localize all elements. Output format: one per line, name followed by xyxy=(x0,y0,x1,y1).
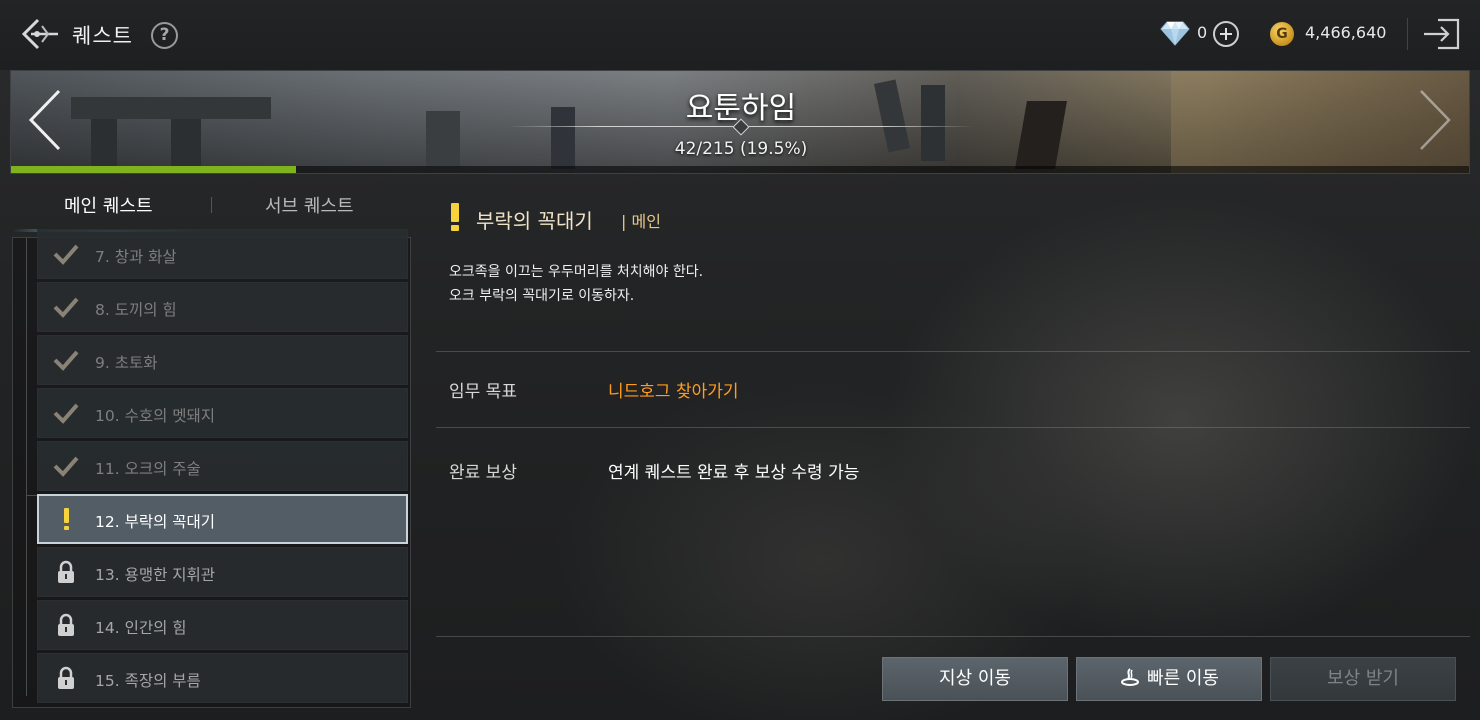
ground-move-button[interactable]: 지상 이동 xyxy=(882,657,1068,701)
quest-item-label: 15. 족장의 부름 xyxy=(95,672,201,690)
ground-move-label: 지상 이동 xyxy=(939,668,1011,689)
quest-item-label: 12. 부락의 꼭대기 xyxy=(95,513,216,531)
quest-item-label: 8. 도끼의 힘 xyxy=(95,301,177,319)
exit-icon[interactable] xyxy=(1420,14,1464,54)
quest-list-item[interactable]: 10. 수호의 멧돼지 xyxy=(37,388,408,438)
quest-item-label: 13. 용맹한 지휘관 xyxy=(95,566,216,584)
exclamation-icon xyxy=(451,203,459,231)
add-gem-button[interactable] xyxy=(1213,21,1239,47)
quest-item-label: 14. 인간의 힘 xyxy=(95,619,187,637)
diamond-icon xyxy=(1160,21,1190,46)
quest-item-label: 11. 오크의 주술 xyxy=(95,460,201,478)
section-divider xyxy=(436,636,1470,637)
claim-reward-label: 보상 받기 xyxy=(1327,668,1399,689)
quest-list-item[interactable]: 8. 도끼의 힘 xyxy=(37,282,408,332)
quest-list-item[interactable]: 9. 초토화 xyxy=(37,335,408,385)
objective-value: 니드호그 찾아가기 xyxy=(608,382,739,402)
fast-move-button[interactable]: 빠른 이동 xyxy=(1076,657,1262,701)
quest-list-item-active[interactable]: 12. 부락의 꼭대기 xyxy=(37,494,408,544)
header-divider xyxy=(1407,18,1408,50)
reward-value: 연계 퀘스트 완료 후 보상 수령 가능 xyxy=(608,463,860,483)
checkmark-icon xyxy=(53,350,79,371)
tab-separator xyxy=(211,197,212,213)
section-divider xyxy=(436,351,1470,352)
region-progress-fill xyxy=(11,166,296,173)
teleport-icon xyxy=(1121,668,1140,686)
quest-list-item[interactable]: 7. 창과 화살 xyxy=(37,229,408,279)
quest-description-line: 오크 부락의 꼭대기로 이동하자. xyxy=(449,288,635,304)
tab-sub-quest[interactable]: 서브 퀘스트 xyxy=(265,192,354,218)
exclamation-icon xyxy=(64,508,69,530)
quest-list-item[interactable]: 15. 족장의 부름 xyxy=(37,653,408,703)
checkmark-icon xyxy=(53,297,79,318)
gem-count: 0 xyxy=(1197,23,1208,42)
quest-type-label: | 메인 xyxy=(621,212,661,231)
quest-title: 부락의 꼭대기 xyxy=(476,209,593,233)
help-icon[interactable]: ? xyxy=(151,22,178,49)
objective-label: 임무 목표 xyxy=(449,382,517,402)
quest-tree-line xyxy=(26,238,27,696)
quest-description: 오크족을 이끄는 우두머리를 처치해야 한다. 오크 부락의 꼭대기로 이동하자… xyxy=(449,260,703,308)
region-progress-text: 42/215 (19.5%) xyxy=(674,139,808,159)
checkmark-icon xyxy=(53,403,79,424)
quest-item-label: 10. 수호의 멧돼지 xyxy=(95,407,216,425)
section-divider xyxy=(436,427,1470,428)
fast-move-label: 빠른 이동 xyxy=(1147,668,1219,689)
lock-icon xyxy=(58,666,74,689)
page-title: 퀘스트 xyxy=(72,24,133,48)
claim-reward-button[interactable]: 보상 받기 xyxy=(1270,657,1456,701)
gold-coin-icon: G xyxy=(1270,22,1294,46)
checkmark-icon xyxy=(53,244,79,265)
reward-label: 완료 보상 xyxy=(449,463,517,483)
gold-count: 4,466,640 xyxy=(1305,23,1387,42)
quest-list-item[interactable]: 14. 인간의 힘 xyxy=(37,600,408,650)
tab-main-quest[interactable]: 메인 퀘스트 xyxy=(64,192,153,218)
checkmark-icon xyxy=(53,456,79,477)
top-bar: 퀘스트 ? 0 G 4,466,640 xyxy=(0,0,1480,70)
region-progress-bar xyxy=(11,166,1469,173)
quest-description-line: 오크족을 이끄는 우두머리를 처치해야 한다. xyxy=(449,264,704,280)
quest-item-label: 7. 창과 화살 xyxy=(95,248,177,266)
quest-list-item[interactable]: 11. 오크의 주술 xyxy=(37,441,408,491)
region-banner: 요툰하임 42/215 (19.5%) xyxy=(10,70,1470,174)
quest-list-item[interactable]: 13. 용맹한 지휘관 xyxy=(37,547,408,597)
lock-icon xyxy=(58,613,74,636)
lock-icon xyxy=(58,560,74,583)
quest-tree-branch xyxy=(26,495,37,496)
quest-item-label: 9. 초토화 xyxy=(95,354,158,372)
back-arrow-icon[interactable] xyxy=(18,14,62,54)
